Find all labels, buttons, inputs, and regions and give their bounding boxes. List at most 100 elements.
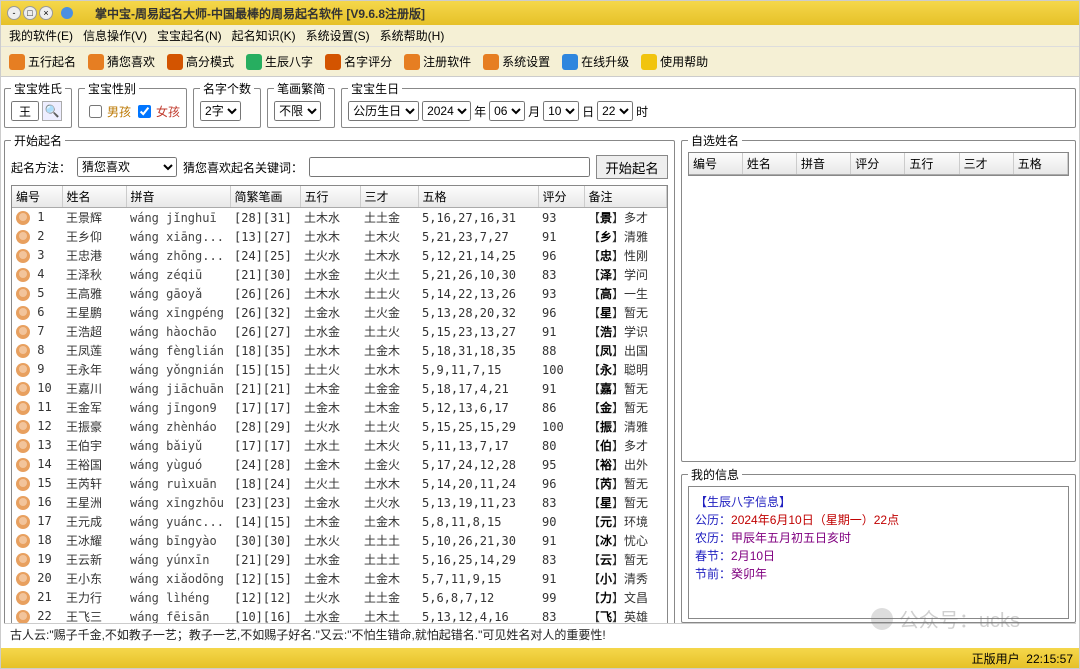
min-icon[interactable]: -	[7, 6, 21, 20]
menu-item[interactable]: 系统帮助(H)	[376, 25, 449, 46]
avatar-icon	[16, 477, 30, 491]
avatar-icon	[16, 553, 30, 567]
status-time: 22:15:57	[1026, 652, 1073, 666]
gender-girl[interactable]: 女孩	[134, 102, 180, 121]
tb-settings[interactable]: 系统设置	[479, 51, 554, 72]
menu-item[interactable]: 系统设置(S)	[302, 25, 374, 46]
group-info: 我的信息 【生辰八字信息】 公历：2024年6月10日（星期一）22点 农历：甲…	[681, 466, 1076, 623]
menu-item[interactable]: 起名知识(K)	[228, 25, 300, 46]
close-icon[interactable]: ×	[39, 6, 53, 20]
birth-year-select[interactable]: 2024	[422, 101, 471, 121]
table-row[interactable]: 1 王景辉wáng jǐnghuī[28][31]土木水土土金5,16,27,1…	[12, 208, 667, 228]
avatar-icon	[16, 401, 30, 415]
results-table: 编号 姓名 拼音 简繁笔画 五行 三才 五格 评分 备注 1 王景辉wáng j	[12, 186, 667, 623]
wuxing-icon	[9, 54, 25, 70]
menu-item[interactable]: 我的软件(E)	[5, 25, 77, 46]
birth-day-select[interactable]: 10	[543, 101, 579, 121]
menu-item[interactable]: 信息操作(V)	[79, 25, 151, 46]
tb-register[interactable]: 注册软件	[400, 51, 475, 72]
star-icon	[88, 54, 104, 70]
table-row[interactable]: 15 王芮轩wáng ruìxuān[18][24]土火土土水木5,14,20,…	[12, 474, 667, 493]
table-row[interactable]: 11 王金军wáng jīngon9[17][17]土金木土木金5,12,13,…	[12, 398, 667, 417]
birth-hour-select[interactable]: 22	[597, 101, 633, 121]
toolbar: 五行起名 猜您喜欢 高分模式 生辰八字 名字评分 注册软件 系统设置 在线升级 …	[1, 47, 1079, 77]
avatar-icon	[16, 363, 30, 377]
picked-table: 编号 姓名 拼音 评分 五行 三才 五格	[689, 153, 1068, 175]
help-icon	[641, 54, 657, 70]
start-button[interactable]: 开始起名	[596, 155, 668, 179]
table-row[interactable]: 8 王凤莲wáng fènglián[18][35]土水木土金木5,18,31,…	[12, 341, 667, 360]
method-select[interactable]: 猜您喜欢	[77, 157, 177, 177]
tb-bazi[interactable]: 生辰八字	[242, 51, 317, 72]
tb-update[interactable]: 在线升级	[558, 51, 633, 72]
avatar-icon	[16, 306, 30, 320]
group-surname: 宝宝姓氏 🔍	[4, 80, 72, 128]
group-birthday: 宝宝生日 公历生日 2024年 06月 10日 22时	[341, 80, 1076, 128]
table-row[interactable]: 13 王伯宇wáng bǎiyǔ[17][17]土水土土木火5,11,13,7,…	[12, 436, 667, 455]
menu-item[interactable]: 宝宝起名(N)	[153, 25, 226, 46]
avatar-icon	[16, 439, 30, 453]
avatar-icon	[16, 268, 30, 282]
table-row[interactable]: 5 王高雅wáng gāoyǎ[26][26]土木水土土火5,14,22,13,…	[12, 284, 667, 303]
table-row[interactable]: 7 王浩超wáng hàochāo[26][27]土水金土土火5,15,23,1…	[12, 322, 667, 341]
shield-icon	[167, 54, 183, 70]
avatar-icon	[16, 496, 30, 510]
table-row[interactable]: 21 王力行wáng lìhéng[12][12]土火水土土金5,6,8,7,1…	[12, 588, 667, 607]
avatar-icon	[16, 344, 30, 358]
menu-bar: 我的软件(E) 信息操作(V) 宝宝起名(N) 起名知识(K) 系统设置(S) …	[1, 25, 1079, 47]
table-row[interactable]: 14 王裕国wáng yùguó[24][28]土金木土金火5,17,24,12…	[12, 455, 667, 474]
table-row[interactable]: 3 王忠港wáng zhōng...[24][25]土火水土木水5,12,21,…	[12, 246, 667, 265]
avatar-icon	[16, 249, 30, 263]
group-count: 名字个数 2字	[193, 80, 261, 128]
avatar-icon	[16, 610, 30, 623]
table-row[interactable]: 17 王元成wáng yuánc...[14][15]土木金土金木5,8,11,…	[12, 512, 667, 531]
gender-boy[interactable]: 男孩	[85, 102, 131, 121]
table-row[interactable]: 12 王振豪wáng zhènháo[28][29]土火水土土火5,15,25,…	[12, 417, 667, 436]
search-icon[interactable]: 🔍	[42, 101, 62, 121]
app-icon	[61, 7, 73, 19]
status-bar: 正版用户 22:15:57	[1, 648, 1079, 668]
avatar-icon	[16, 230, 30, 244]
badge-icon	[325, 54, 341, 70]
group-complexity: 笔画繁简 不限	[267, 80, 335, 128]
birth-month-select[interactable]: 06	[489, 101, 525, 121]
leaf-icon	[246, 54, 262, 70]
avatar-icon	[16, 420, 30, 434]
max-icon[interactable]: □	[23, 6, 37, 20]
avatar-icon	[16, 325, 30, 339]
surname-input[interactable]	[11, 101, 39, 121]
key-icon	[404, 54, 420, 70]
avatar-icon	[16, 534, 30, 548]
keyword-input[interactable]	[309, 157, 590, 177]
status-user: 正版用户	[972, 652, 1020, 666]
avatar-icon	[16, 515, 30, 529]
table-row[interactable]: 2 王乡仰wáng xiāng...[13][27]土水木土木火5,21,23,…	[12, 227, 667, 246]
globe-icon	[562, 54, 578, 70]
table-row[interactable]: 6 王星鹏wáng xīngpéng[26][32]土金水土火金5,13,28,…	[12, 303, 667, 322]
table-row[interactable]: 22 王飞三wáng fēisān[10][16]土水金土木土5,13,12,4…	[12, 607, 667, 623]
tb-wuxing[interactable]: 五行起名	[5, 51, 80, 72]
table-row[interactable]: 16 王星洲wáng xīngzhōu[23][23]土金水土火水5,13,19…	[12, 493, 667, 512]
avatar-icon	[16, 211, 30, 225]
tb-guess[interactable]: 猜您喜欢	[84, 51, 159, 72]
table-row[interactable]: 10 王嘉川wáng jiāchuān[21][21]土木金土金金5,18,17…	[12, 379, 667, 398]
table-row[interactable]: 19 王云新wáng yúnxīn[21][29]土水金土土土5,16,25,1…	[12, 550, 667, 569]
complexity-select[interactable]: 不限	[274, 101, 321, 121]
avatar-icon	[16, 382, 30, 396]
title-bar: - □ × 掌中宝-周易起名大师-中国最棒的周易起名软件 [V9.6.8注册版]	[1, 1, 1079, 25]
tb-help[interactable]: 使用帮助	[637, 51, 712, 72]
avatar-icon	[16, 287, 30, 301]
group-gender: 宝宝性别 男孩 女孩	[78, 80, 187, 128]
tb-score[interactable]: 名字评分	[321, 51, 396, 72]
tb-highscore[interactable]: 高分模式	[163, 51, 238, 72]
keyword-label: 猜您喜欢起名关键词：	[183, 159, 303, 176]
avatar-icon	[16, 591, 30, 605]
proverb-note: 古人云:"赐子千金,不如教子一艺；教子一艺,不如赐子好名."又云:"不怕生错命,…	[4, 623, 1076, 645]
table-row[interactable]: 4 王泽秋wáng zéqiū[21][30]土水金土火土5,21,26,10,…	[12, 265, 667, 284]
avatar-icon	[16, 572, 30, 586]
table-row[interactable]: 20 王小东wáng xiǎodōng[12][15]土金木土金木5,7,11,…	[12, 569, 667, 588]
table-row[interactable]: 18 王冰耀wáng bīngyào[30][30]土水火土土土5,10,26,…	[12, 531, 667, 550]
count-select[interactable]: 2字	[200, 101, 241, 121]
table-row[interactable]: 9 王永年wáng yǒngnián[15][15]土土火土水木5,9,11,7…	[12, 360, 667, 379]
birth-type-select[interactable]: 公历生日	[348, 101, 419, 121]
